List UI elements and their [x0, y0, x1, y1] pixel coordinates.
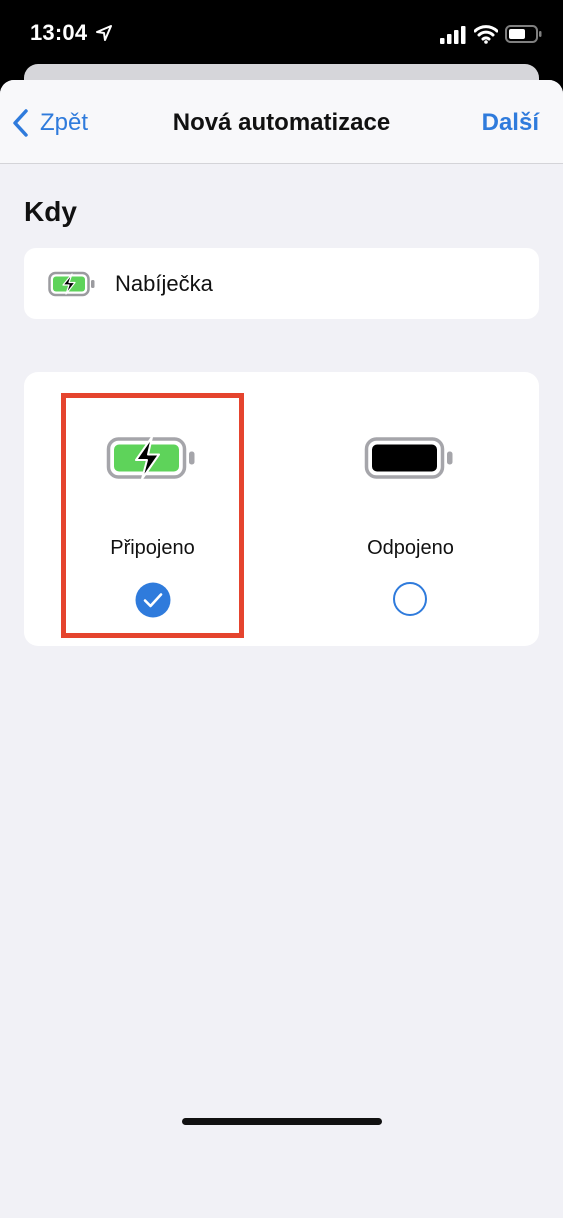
next-button[interactable]: Další: [482, 109, 539, 137]
battery-full-icon: [364, 437, 453, 479]
battery-icon: [505, 25, 542, 43]
checkmark-circle-icon: [135, 582, 171, 618]
navigation-bar: Zpět Nová automatizace Další: [0, 80, 563, 164]
trigger-row-charger[interactable]: Nabíječka: [24, 248, 539, 319]
status-time: 13:04: [30, 20, 88, 45]
option-disconnected[interactable]: Odpojeno: [282, 372, 539, 646]
trigger-label: Nabíječka: [115, 271, 213, 296]
automation-sheet: Zpět Nová automatizace Další Kdy Nabíječ…: [0, 80, 563, 1218]
wifi-icon: [474, 25, 498, 44]
empty-circle-icon: [393, 582, 427, 616]
location-arrow-icon: [96, 25, 112, 41]
option-label: Odpojeno: [367, 537, 454, 559]
signal-icon: [440, 26, 466, 44]
option-connected[interactable]: Připojeno: [24, 372, 281, 646]
section-title: Kdy: [24, 196, 77, 227]
status-bar: 13:04: [0, 0, 563, 64]
battery-charging-icon: [48, 271, 95, 297]
battery-charging-icon: [106, 436, 195, 480]
home-indicator: [182, 1118, 382, 1125]
option-label: Připojeno: [110, 537, 195, 559]
connection-options: Připojeno Odpojeno: [24, 372, 539, 646]
page-title: Nová automatizace: [172, 109, 391, 136]
